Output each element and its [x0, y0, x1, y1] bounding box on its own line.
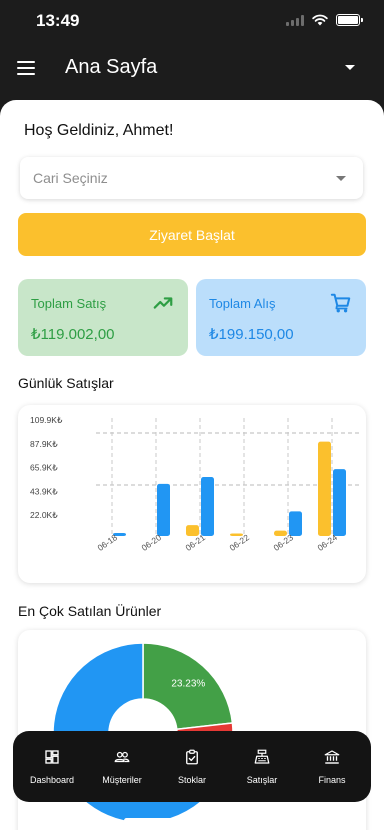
battery-icon: [336, 14, 363, 26]
nav-inventory-label: Stoklar: [177, 775, 206, 785]
y-tick-label: 43.9K₺: [30, 486, 58, 496]
nav-inventory[interactable]: Stoklar: [158, 748, 226, 785]
daily-sales-chart: 109.9K₺ 87.9K₺ 65.9K₺ 43.9K₺ 22.0K₺ 06-18 06-2…: [18, 405, 366, 583]
total-purchases-card[interactable]: Toplam Alış ₺199.150,00: [196, 279, 366, 356]
bank-icon: [324, 750, 340, 764]
greeting-text: Hoş Geldiniz, Ahmet!: [24, 122, 174, 139]
total-purchases-value: ₺199.150,00: [209, 326, 294, 343]
status-time: 13:49: [36, 11, 80, 30]
y-tick-label: 22.0K₺: [30, 510, 58, 520]
chevron-down-icon: [336, 176, 346, 181]
nav-customers-label: Müşteriler: [102, 775, 142, 785]
bar: [157, 483, 170, 536]
bottom-navigation: Dashboard Müşteriler Stoklar Satışlar Fi…: [13, 731, 371, 802]
total-sales-card[interactable]: Toplam Satış ₺119.002,00: [18, 279, 188, 356]
cash-register-icon: [254, 749, 270, 764]
dashboard-icon: [45, 750, 59, 764]
nav-sales[interactable]: Satışlar: [228, 748, 296, 785]
total-sales-value: ₺119.002,00: [31, 326, 115, 343]
trending-up-icon: [153, 297, 173, 309]
bar: [333, 469, 346, 536]
nav-finance-label: Finans: [318, 775, 346, 785]
main-content: Hoş Geldiniz, Ahmet! Cari Seçiniz Ziyare…: [0, 100, 384, 830]
dropdown-arrow-icon[interactable]: [345, 65, 355, 70]
customer-select-placeholder: Cari Seçiniz: [33, 170, 108, 186]
nav-customers[interactable]: Müşteriler: [88, 748, 156, 785]
home-indicator: [124, 818, 259, 823]
pie-slice-label: 23.23%: [171, 678, 205, 689]
bar-chart-svg: 109.9K₺87.9K₺65.9K₺43.9K₺22.0K₺06-18 06-2…: [30, 415, 360, 553]
top-products-title: En Çok Satılan Ürünler: [18, 603, 162, 619]
wifi-icon: [312, 14, 328, 26]
inventory-icon: [186, 749, 198, 765]
daily-sales-title: Günlük Satışlar: [18, 375, 114, 391]
customers-icon: [114, 751, 130, 763]
nav-dashboard[interactable]: Dashboard: [18, 748, 86, 785]
nav-finance[interactable]: Finans: [298, 748, 366, 785]
customer-select[interactable]: Cari Seçiniz: [20, 157, 363, 199]
y-tick-label: 87.9K₺: [30, 439, 58, 449]
total-purchases-label: Toplam Alış: [209, 296, 276, 311]
status-bar: 13:49: [0, 0, 384, 44]
menu-icon[interactable]: [17, 61, 35, 75]
page-title: Ana Sayfa: [65, 56, 158, 78]
signal-icon: [286, 14, 304, 26]
start-visit-button[interactable]: Ziyaret Başlat: [18, 213, 366, 256]
cart-icon: [330, 293, 351, 313]
y-tick-label: 109.9K₺: [30, 415, 63, 425]
bar: [318, 441, 331, 536]
bar: [201, 477, 214, 536]
app-bar: Ana Sayfa: [0, 44, 384, 100]
nav-dashboard-label: Dashboard: [29, 775, 75, 785]
y-tick-label: 65.9K₺: [30, 463, 58, 473]
bar: [289, 511, 302, 536]
total-sales-label: Toplam Satış: [31, 296, 107, 311]
nav-sales-label: Satışlar: [246, 775, 278, 785]
status-icons: [286, 14, 363, 26]
